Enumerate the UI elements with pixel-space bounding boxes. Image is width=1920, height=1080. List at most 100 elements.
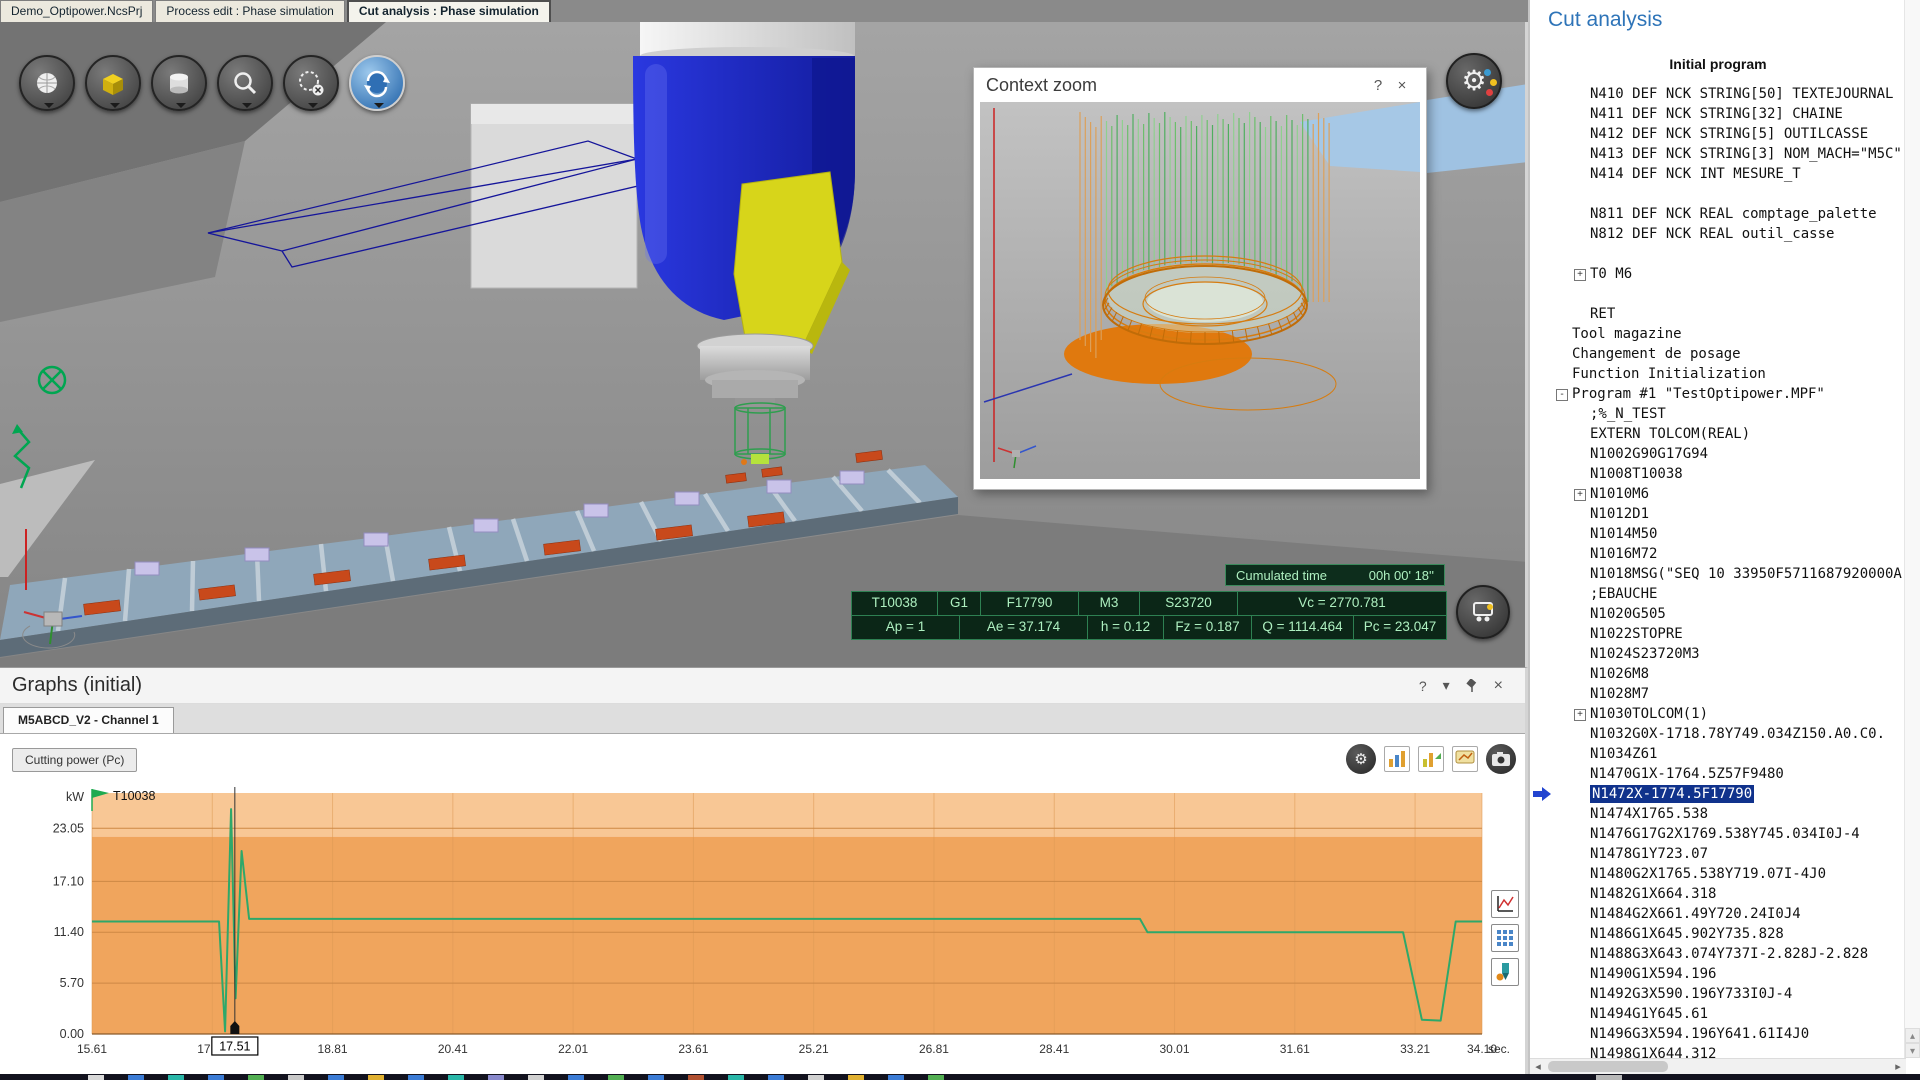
taskbar-app-icon[interactable] <box>848 1075 864 1080</box>
taskbar-app-icon[interactable] <box>928 1075 944 1080</box>
program-line[interactable]: N1012D1 <box>1530 504 1906 524</box>
program-line[interactable]: N1020G505 <box>1530 604 1906 624</box>
stock-view-button[interactable] <box>151 55 207 111</box>
taskbar-app-icon[interactable] <box>768 1075 784 1080</box>
taskbar-app-icon[interactable] <box>288 1075 304 1080</box>
taskbar-app-icon[interactable] <box>128 1075 144 1080</box>
tool-info-button[interactable] <box>1456 585 1510 639</box>
program-line[interactable]: N1018MSG("SEQ 10 33950F5711687920000A <box>1530 564 1906 584</box>
taskbar-app-icon[interactable] <box>328 1075 344 1080</box>
solid-view-button[interactable] <box>85 55 141 111</box>
program-line[interactable]: N1494G1Y645.61 <box>1530 1004 1906 1024</box>
zoom-button[interactable] <box>217 55 273 111</box>
program-vscrollbar[interactable]: ▴ ▾ <box>1904 0 1920 1058</box>
snapshot-button[interactable] <box>1486 744 1516 774</box>
taskbar-app-icon[interactable] <box>448 1075 464 1080</box>
export-chart-button-2[interactable] <box>1418 746 1444 772</box>
cutting-power-series-button[interactable]: Cutting power (Pc) <box>12 748 137 772</box>
scroll-left-icon[interactable]: ◂ <box>1530 1059 1546 1074</box>
program-line[interactable]: N1022STOPRE <box>1530 624 1906 644</box>
taskbar-app-icon[interactable] <box>568 1075 584 1080</box>
program-line[interactable]: N1032G0X-1718.78Y749.034Z150.A0.C0. <box>1530 724 1906 744</box>
graphs-dropdown-button[interactable]: ▾ <box>1443 677 1450 694</box>
program-line[interactable]: N1488G3X643.074Y737I-2.828J-2.828 <box>1530 944 1906 964</box>
program-line[interactable]: N1486G1X645.902Y735.828 <box>1530 924 1906 944</box>
taskbar-app-icon[interactable] <box>408 1075 424 1080</box>
program-line[interactable]: N1492G3X590.196Y733I0J-4 <box>1530 984 1906 1004</box>
program-line[interactable]: N1496G3X594.196Y641.61I4J0 <box>1530 1024 1906 1044</box>
view-mode-button[interactable] <box>19 55 75 111</box>
chart-grid-button[interactable] <box>1491 924 1519 952</box>
taskbar-app-icon[interactable] <box>688 1075 704 1080</box>
program-line[interactable]: N1472X-1774.5F17790 <box>1530 784 1906 804</box>
program-line[interactable]: N413 DEF NCK STRING[3] NOM_MACH="M5C" <box>1530 144 1906 164</box>
program-line[interactable]: N811 DEF NCK REAL comptage_palette <box>1530 204 1906 224</box>
expand-icon[interactable]: + <box>1574 489 1586 501</box>
graphs-close-button[interactable]: × <box>1494 677 1503 695</box>
taskbar-app-icon[interactable] <box>208 1075 224 1080</box>
program-line[interactable]: N1482G1X664.318 <box>1530 884 1906 904</box>
taskbar-app-icon[interactable] <box>368 1075 384 1080</box>
program-line[interactable] <box>1530 284 1906 304</box>
program-line[interactable]: N1478G1Y723.07 <box>1530 844 1906 864</box>
program-line[interactable]: N1490G1X594.196 <box>1530 964 1906 984</box>
chart-tool-button[interactable] <box>1491 958 1519 986</box>
context-zoom-help-button[interactable]: ? <box>1366 77 1390 94</box>
program-line[interactable]: N1470G1X-1764.5Z57F9480 <box>1530 764 1906 784</box>
program-line[interactable] <box>1530 184 1906 204</box>
program-line[interactable]: RET <box>1530 304 1906 324</box>
program-line[interactable]: N1480G2X1765.538Y719.07I-4J0 <box>1530 864 1906 884</box>
tab-cut-analysis[interactable]: Cut analysis : Phase simulation <box>347 0 551 22</box>
export-chart-button-1[interactable] <box>1384 746 1410 772</box>
program-line[interactable]: Function Initialization <box>1530 364 1906 384</box>
program-line[interactable]: N1028M7 <box>1530 684 1906 704</box>
program-line[interactable]: EXTERN TOLCOM(REAL) <box>1530 424 1906 444</box>
program-line[interactable]: N411 DEF NCK STRING[32] CHAINE <box>1530 104 1906 124</box>
context-zoom-close-button[interactable]: × <box>1390 77 1414 94</box>
program-line[interactable]: N812 DEF NCK REAL outil_casse <box>1530 224 1906 244</box>
program-line[interactable]: N1002G90G17G94 <box>1530 444 1906 464</box>
chart-settings-button[interactable]: ⚙ <box>1346 744 1376 774</box>
tab-project[interactable]: Demo_Optipower.NcsPrj <box>0 0 153 22</box>
program-line[interactable]: N410 DEF NCK STRING[50] TEXTEJOURNAL <box>1530 84 1906 104</box>
taskbar-app-icon[interactable] <box>648 1075 664 1080</box>
rotate-view-button[interactable] <box>349 55 405 111</box>
taskbar-app-icon[interactable] <box>808 1075 824 1080</box>
taskbar-app-icon[interactable] <box>488 1075 504 1080</box>
taskbar-app-icon[interactable] <box>248 1075 264 1080</box>
program-line[interactable]: +T0 M6 <box>1530 264 1906 284</box>
channel-tab[interactable]: M5ABCD_V2 - Channel 1 <box>3 707 174 733</box>
program-line[interactable]: N414 DEF NCK INT MESURE_T <box>1530 164 1906 184</box>
taskbar-app-icon[interactable] <box>528 1075 544 1080</box>
program-line[interactable]: ;%_N_TEST <box>1530 404 1906 424</box>
export-chart-button-3[interactable] <box>1452 746 1478 772</box>
taskbar-app-icon[interactable] <box>168 1075 184 1080</box>
context-zoom-window[interactable]: Context zoom ? × <box>973 67 1427 490</box>
display-settings-button[interactable]: ⚙ <box>1446 53 1502 109</box>
scroll-right-icon[interactable]: ▸ <box>1890 1059 1906 1074</box>
program-line[interactable]: Changement de posage <box>1530 344 1906 364</box>
pin-icon[interactable] <box>1466 679 1478 693</box>
scroll-down-icon[interactable]: ▾ <box>1905 1043 1920 1058</box>
program-line[interactable]: N1014M50 <box>1530 524 1906 544</box>
program-listing[interactable]: N410 DEF NCK STRING[50] TEXTEJOURNALN411… <box>1530 84 1906 1058</box>
taskbar-app-icon[interactable] <box>608 1075 624 1080</box>
program-line[interactable]: +N1030TOLCOM(1) <box>1530 704 1906 724</box>
selection-button[interactable] <box>283 55 339 111</box>
cutting-power-chart[interactable]: 23.0517.1011.405.700.00kW15.6117.2118.81… <box>40 781 1532 1073</box>
program-line[interactable]: N1474X1765.538 <box>1530 804 1906 824</box>
program-line[interactable]: N412 DEF NCK STRING[5] OUTILCASSE <box>1530 124 1906 144</box>
tab-process-edit[interactable]: Process edit : Phase simulation <box>155 0 344 22</box>
program-hscrollbar[interactable]: ◂ ▸ <box>1530 1058 1906 1074</box>
program-line[interactable]: N1498G1X644.312 <box>1530 1044 1906 1058</box>
expand-icon[interactable]: + <box>1574 709 1586 721</box>
program-line[interactable]: +N1010M6 <box>1530 484 1906 504</box>
program-line[interactable]: ;EBAUCHE <box>1530 584 1906 604</box>
program-line[interactable]: N1016M72 <box>1530 544 1906 564</box>
chart-axes-button[interactable] <box>1491 890 1519 918</box>
program-line[interactable]: -Program #1 "TestOptipower.MPF" <box>1530 384 1906 404</box>
graphs-help-button[interactable]: ? <box>1419 678 1427 694</box>
program-line[interactable]: N1034Z61 <box>1530 744 1906 764</box>
program-line[interactable]: N1024S23720M3 <box>1530 644 1906 664</box>
program-line[interactable]: N1476G17G2X1769.538Y745.034I0J-4 <box>1530 824 1906 844</box>
